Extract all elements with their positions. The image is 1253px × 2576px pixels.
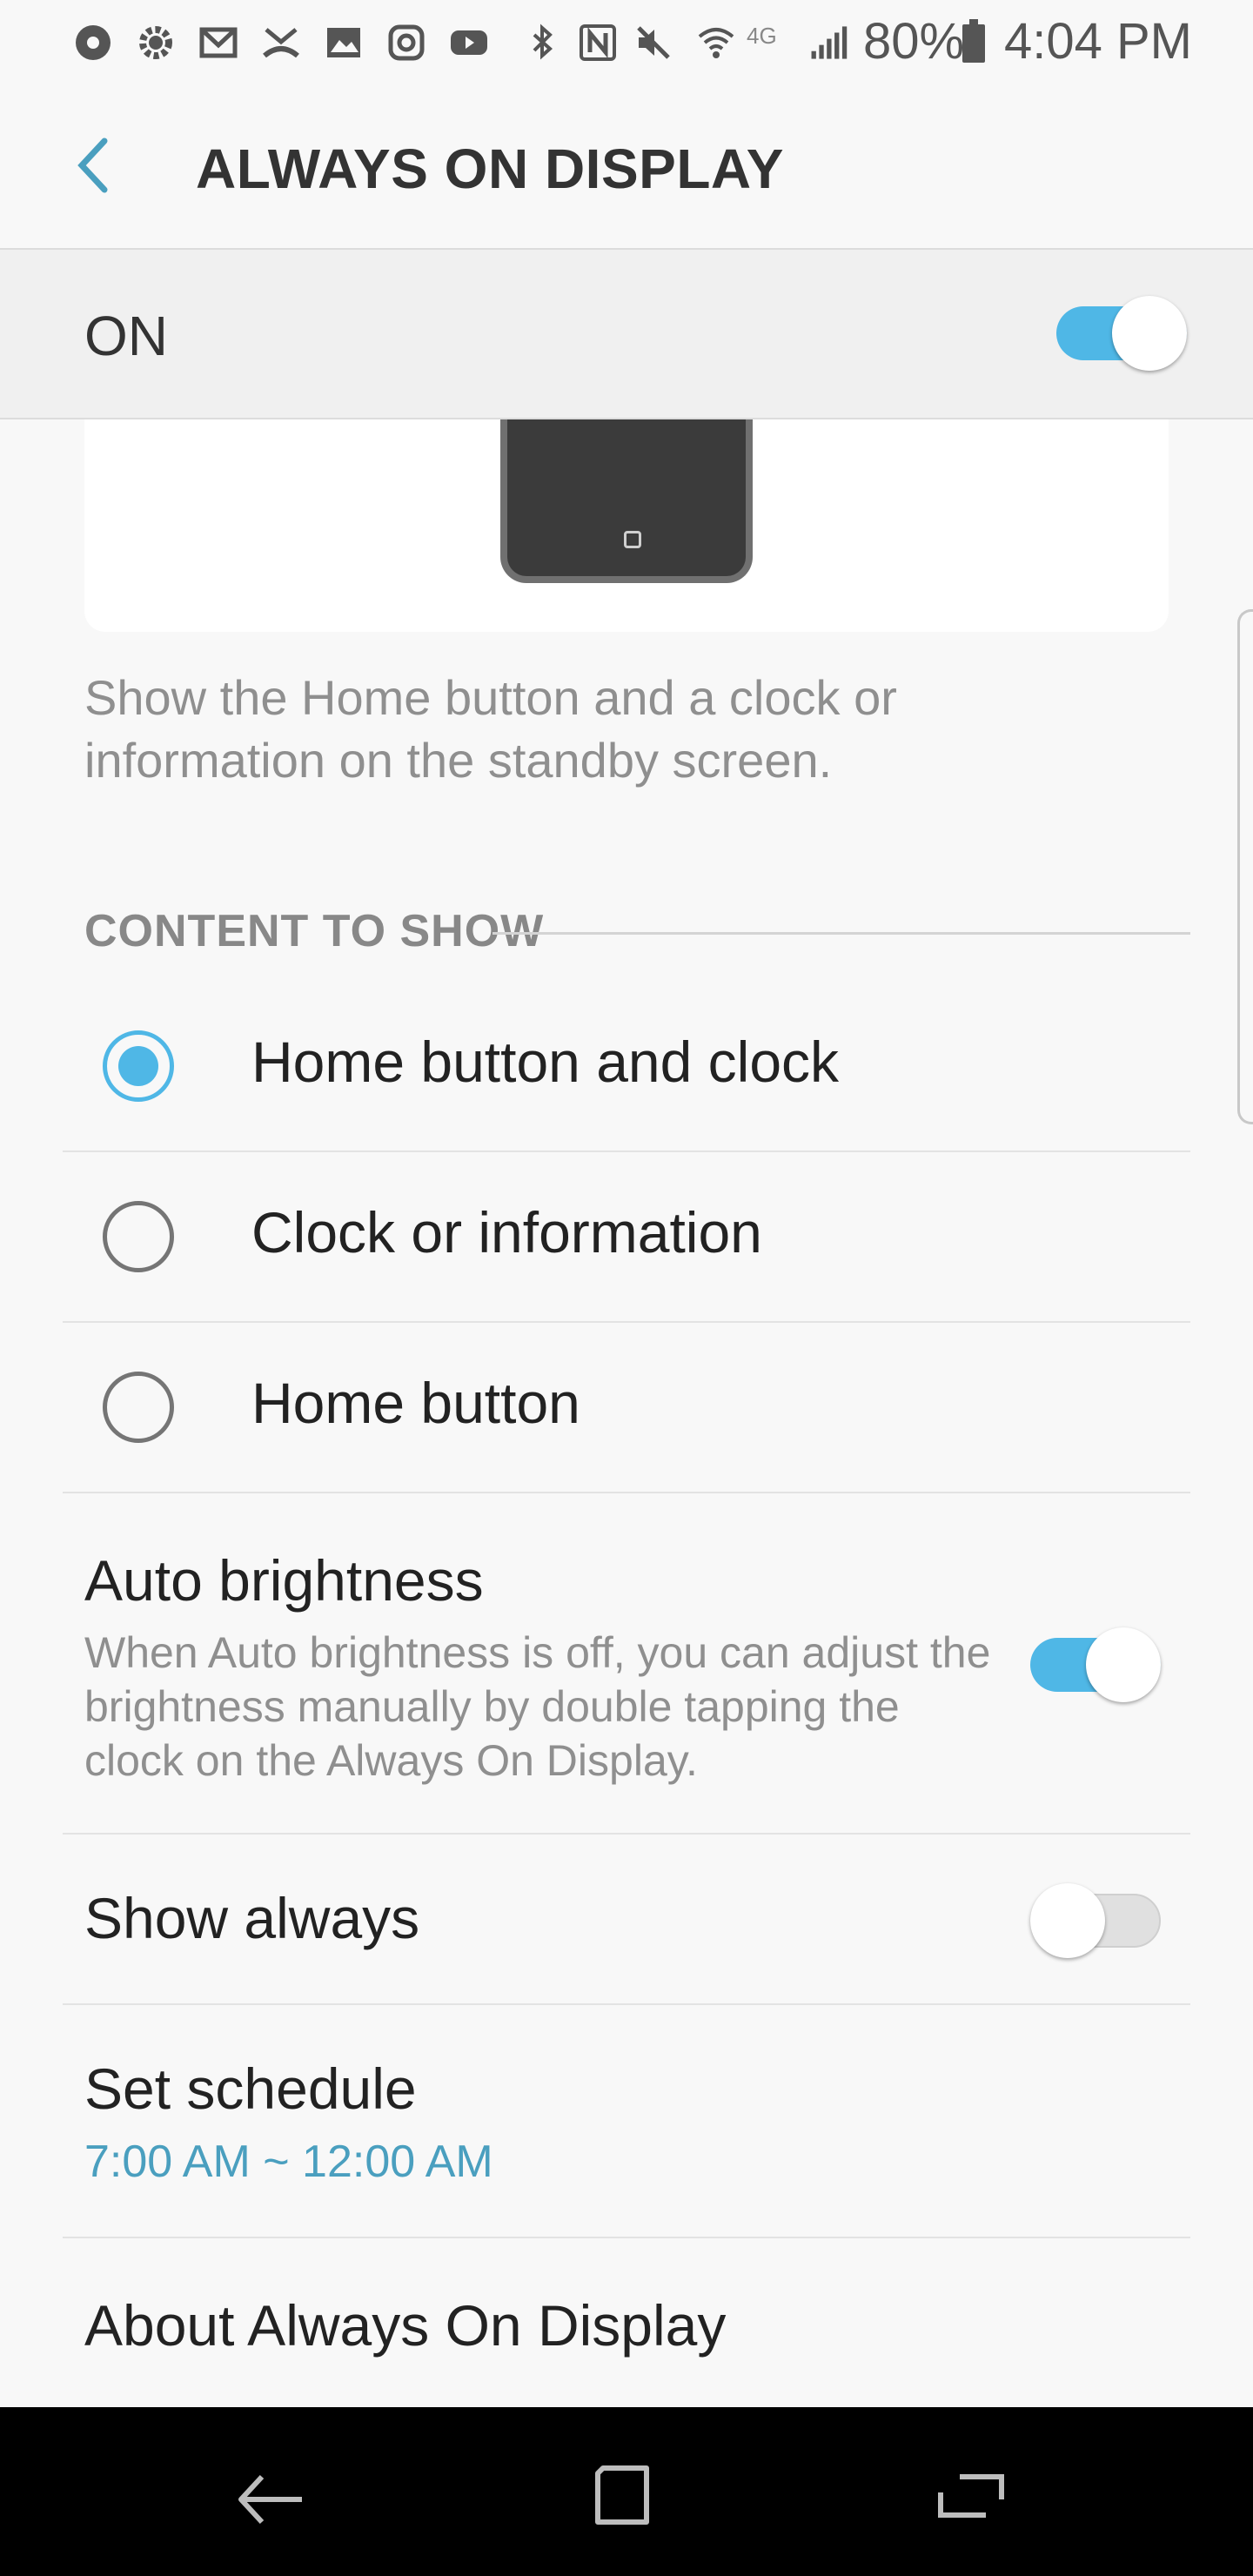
section-header: CONTENT TO SHOW xyxy=(84,906,545,956)
show-always-title: Show always xyxy=(84,1886,420,1950)
recents-icon xyxy=(938,2474,1004,2518)
master-switch-row[interactable]: ON xyxy=(0,250,1253,419)
description-text: Show the Home button and a clock or info… xyxy=(84,670,897,788)
option-clock-or-information[interactable]: Clock or information xyxy=(63,1152,1190,1323)
option-home-button[interactable]: Home button xyxy=(63,1323,1190,1493)
settings-circle-icon xyxy=(73,23,113,63)
radio-selected-icon[interactable] xyxy=(103,1030,174,1102)
radio-unselected-icon[interactable] xyxy=(103,1201,174,1272)
auto-brightness-toggle[interactable] xyxy=(1030,1627,1161,1702)
missed-call-icon xyxy=(261,23,301,63)
scrollbar[interactable] xyxy=(1237,609,1253,1124)
signal-icon xyxy=(806,23,851,63)
status-bar: 4G 80% 4:04 PM xyxy=(0,0,1253,83)
schedule-value: 7:00 AM ~ 12:00 AM xyxy=(84,2137,493,2187)
battery-percent: 80% xyxy=(863,13,965,70)
phone-preview-image xyxy=(500,419,753,583)
chevron-left-icon xyxy=(77,138,108,193)
set-schedule-row[interactable]: Set schedule 7:00 AM ~ 12:00 AM xyxy=(63,2005,1190,2238)
nav-home-button[interactable] xyxy=(573,2452,668,2539)
youtube-icon xyxy=(449,23,489,63)
about-title: About Always On Display xyxy=(84,2293,727,2358)
battery-icon xyxy=(961,19,987,64)
mute-icon xyxy=(633,23,673,63)
option-home-button-and-clock[interactable]: Home button and clock xyxy=(63,982,1190,1152)
master-toggle[interactable] xyxy=(1056,296,1187,371)
option-label: Home button xyxy=(251,1371,580,1435)
gallery-icon xyxy=(324,23,364,63)
master-switch-label: ON xyxy=(84,305,168,367)
auto-brightness-description: When Auto brightness is off, you can adj… xyxy=(84,1628,991,1785)
set-schedule-title: Set schedule xyxy=(84,2056,417,2121)
about-row[interactable]: About Always On Display xyxy=(63,2238,1190,2407)
auto-brightness-row[interactable]: Auto brightness When Auto brightness is … xyxy=(63,1493,1190,1835)
gmail-icon xyxy=(198,23,238,63)
navigation-bar xyxy=(0,2407,1253,2576)
back-arrow-icon xyxy=(238,2474,302,2525)
preview-card xyxy=(84,419,1169,632)
network-type-label: 4G xyxy=(747,23,777,49)
home-icon xyxy=(595,2465,649,2525)
show-always-toggle[interactable] xyxy=(1030,1883,1161,1958)
bluetooth-icon xyxy=(522,23,562,63)
option-label: Home button and clock xyxy=(251,1030,840,1094)
page-title: ALWAYS ON DISPLAY xyxy=(196,138,784,200)
radio-unselected-icon[interactable] xyxy=(103,1372,174,1443)
back-button[interactable] xyxy=(61,131,131,200)
option-label: Clock or information xyxy=(251,1200,762,1265)
section-divider xyxy=(492,932,1190,935)
nav-recents-button[interactable] xyxy=(924,2452,1020,2539)
instagram-icon xyxy=(386,23,426,63)
auto-brightness-title: Auto brightness xyxy=(84,1548,484,1613)
clock-time: 4:04 PM xyxy=(1004,13,1192,70)
home-button-icon xyxy=(624,531,641,548)
app-bar: ALWAYS ON DISPLAY xyxy=(0,83,1253,250)
nfc-icon xyxy=(578,23,618,63)
nav-back-button[interactable] xyxy=(223,2452,318,2539)
gear-icon xyxy=(136,23,176,63)
wifi-icon xyxy=(696,23,736,63)
show-always-row[interactable]: Show always xyxy=(63,1835,1190,2005)
